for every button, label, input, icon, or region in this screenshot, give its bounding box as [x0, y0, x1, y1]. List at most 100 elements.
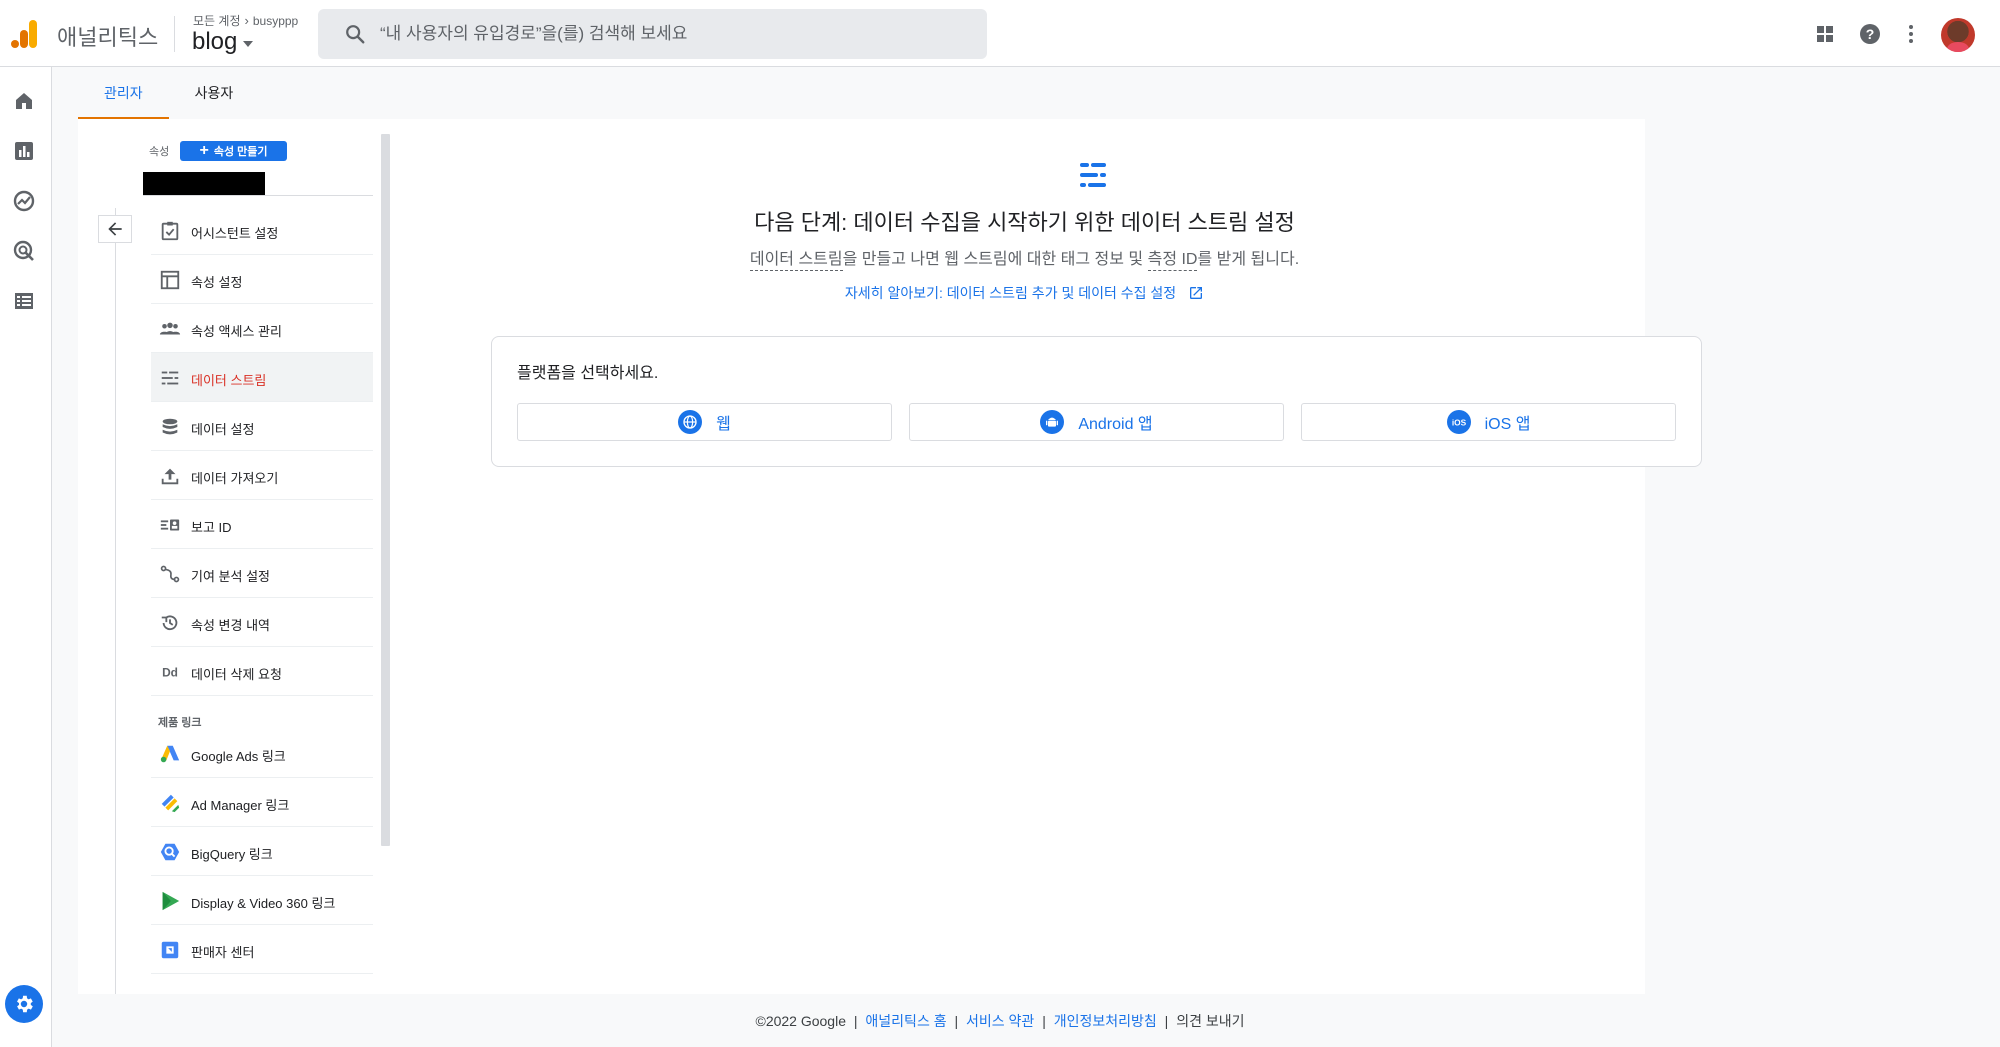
divider [115, 208, 116, 994]
feedback-link[interactable]: 의견 보내기 [1176, 1013, 1244, 1029]
advertising-icon[interactable] [12, 239, 36, 263]
subtitle-text-end: 를 받게 됩니다. [1197, 251, 1300, 268]
copyright: ©2022 Google [755, 1013, 847, 1029]
stream-icon [161, 371, 179, 385]
help-icon[interactable]: ? [1858, 22, 1882, 46]
back-button[interactable] [98, 215, 132, 243]
property-sidebar: 속성 + 속성 만들기 어시스턴트 설정 속성 설정 속성 액세스 관리 데이터… [78, 119, 390, 994]
sidebar-item-attribution[interactable]: 기여 분석 설정 [151, 549, 373, 598]
sidebar-item-label: Display & Video 360 링크 [191, 896, 336, 911]
property-column-label: 속성 [149, 146, 170, 158]
svg-text:?: ? [1866, 26, 1875, 42]
left-nav-rail [0, 67, 52, 1047]
svg-text:iOS: iOS [1451, 417, 1466, 427]
sidebar-item-property-settings[interactable]: 속성 설정 [151, 255, 373, 304]
analytics-logo-icon[interactable] [10, 18, 40, 50]
upload-icon [161, 468, 179, 485]
platform-prompt: 플랫폼을 선택하세요. [517, 365, 659, 382]
svg-text:Dd: Dd [162, 666, 178, 680]
sidebar-item-google-ads[interactable]: Google Ads 링크 [151, 729, 373, 778]
plus-icon: + [199, 142, 209, 159]
history-icon [161, 615, 178, 631]
tab-admin[interactable]: 관리자 [78, 67, 169, 120]
scrollbar[interactable] [381, 134, 390, 846]
people-icon [159, 322, 181, 335]
divider [174, 16, 175, 52]
sidebar-item-data-import[interactable]: 데이터 가져오기 [151, 451, 373, 500]
database-icon [162, 418, 178, 435]
merchant-center-icon [161, 941, 179, 959]
globe-icon [678, 410, 703, 434]
reports-icon[interactable] [12, 139, 36, 163]
app-name: 애널리틱스 [57, 25, 159, 50]
attribution-icon [160, 565, 180, 583]
platform-card: 플랫폼을 선택하세요. 웹 Android 앱 iOS iOS 앱 [491, 336, 1702, 467]
separator: | [853, 1013, 858, 1029]
chevron-right-icon: › [244, 13, 249, 28]
account-name: busyppp [252, 13, 299, 28]
open-in-new-icon [1190, 287, 1203, 299]
sidebar-item-data-streams[interactable]: 데이터 스트림 [151, 353, 373, 402]
more-vert-icon[interactable] [1899, 22, 1923, 46]
caret-down-icon [243, 41, 254, 47]
sidebar-item-label: 보고 ID [191, 520, 232, 535]
sidebar-item-label: 판매자 센터 [191, 945, 255, 960]
separator: | [954, 1013, 959, 1029]
sidebar-item-label: 데이터 스트림 [191, 373, 267, 388]
sidebar-item-change-history[interactable]: 속성 변경 내역 [151, 598, 373, 647]
search-input[interactable] [380, 21, 960, 47]
checklist-icon [161, 221, 179, 241]
page-title: 다음 단계: 데이터 수집을 시작하기 위한 데이터 스트림 설정 [754, 210, 1295, 235]
footer-link-analytics-home[interactable]: 애널리틱스 홈 [865, 1013, 946, 1029]
learn-more-link[interactable]: 자세히 알아보기: 데이터 스트림 추가 및 데이터 수집 설정 [404, 283, 1645, 303]
google-ads-icon [160, 745, 180, 763]
sidebar-item-data-deletion[interactable]: Dd 데이터 삭제 요청 [151, 647, 373, 696]
tab-user[interactable]: 사용자 [169, 67, 260, 119]
arrow-back-icon [108, 222, 122, 236]
create-property-button[interactable]: + 속성 만들기 [180, 141, 287, 161]
top-app-bar: 애널리틱스 모든 계정 › busyppp blog ? [0, 0, 2000, 67]
sidebar-item-property-access[interactable]: 속성 액세스 관리 [151, 304, 373, 353]
sidebar-item-label: 데이터 삭제 요청 [191, 667, 282, 682]
account-label: 모든 계정 [193, 14, 241, 28]
property-selector[interactable]: blog [192, 28, 254, 56]
avatar[interactable] [1941, 18, 1975, 52]
android-icon [1040, 410, 1065, 434]
sidebar-item-merchant-center[interactable]: 판매자 센터 [151, 925, 373, 974]
android-platform-button[interactable]: Android 앱 [909, 403, 1284, 441]
home-icon[interactable] [12, 89, 36, 113]
bigquery-icon [160, 843, 180, 861]
separator: | [1164, 1013, 1169, 1029]
sidebar-item-label: 어시스턴트 설정 [191, 226, 279, 241]
property-selector-redacted[interactable] [143, 172, 265, 195]
data-stream-icon [1080, 163, 1106, 187]
measurement-id-term[interactable]: 측정 ID [1147, 251, 1198, 271]
sidebar-item-label: 속성 액세스 관리 [191, 324, 282, 339]
sidebar-item-assistant-setup[interactable]: 어시스턴트 설정 [151, 206, 373, 255]
sidebar-item-label: Ad Manager 링크 [191, 798, 290, 813]
apps-grid-icon[interactable] [1813, 22, 1837, 46]
learn-more-label: 자세히 알아보기: 데이터 스트림 추가 및 데이터 수집 설정 [844, 285, 1177, 301]
footer-link-privacy[interactable]: 개인정보처리방침 [1054, 1013, 1157, 1029]
property-name-label: blog [192, 28, 238, 55]
admin-panel: 속성 + 속성 만들기 어시스턴트 설정 속성 설정 속성 액세스 관리 데이터… [78, 119, 1702, 994]
footer-link-terms[interactable]: 서비스 약관 [966, 1013, 1034, 1029]
web-platform-button[interactable]: 웹 [517, 403, 892, 441]
ad-manager-icon [161, 794, 180, 813]
sidebar-item-dv360[interactable]: Display & Video 360 링크 [151, 876, 373, 925]
subtitle-text: 을 만들고 나면 웹 스트림에 대한 태그 정보 및 [842, 251, 1148, 268]
sidebar-item-bigquery[interactable]: BigQuery 링크 [151, 827, 373, 876]
sidebar-item-ad-manager[interactable]: Ad Manager 링크 [151, 778, 373, 827]
sidebar-item-data-settings[interactable]: 데이터 설정 [151, 402, 373, 451]
configure-list-icon[interactable] [12, 289, 36, 313]
sidebar-item-label: BigQuery 링크 [191, 847, 273, 862]
sidebar-item-label: 데이터 설정 [191, 422, 255, 437]
breadcrumb[interactable]: 모든 계정 › busyppp [193, 12, 298, 29]
product-links-heading: 제품 링크 [158, 717, 202, 729]
explore-icon[interactable] [12, 189, 36, 213]
data-stream-term[interactable]: 데이터 스트림 [749, 251, 843, 271]
ios-platform-button[interactable]: iOS iOS 앱 [1301, 403, 1676, 441]
create-property-label: 속성 만들기 [213, 146, 268, 158]
sidebar-item-reporting-id[interactable]: 보고 ID [151, 500, 373, 549]
search-bar[interactable] [318, 9, 987, 59]
